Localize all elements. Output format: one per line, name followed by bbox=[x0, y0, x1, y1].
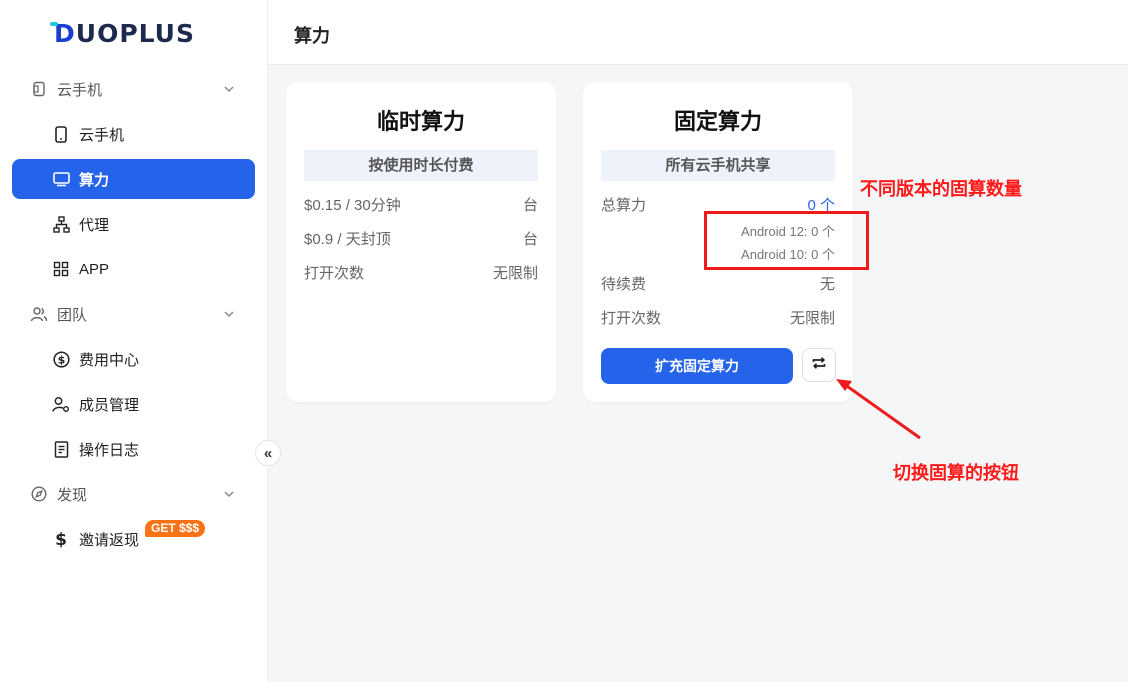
row-value: 台 bbox=[522, 197, 538, 214]
promo-badge: GET $$$ bbox=[145, 520, 206, 537]
price-row: $0.15 / 30分钟 台 bbox=[304, 194, 538, 215]
logo-text: DUOPLUS bbox=[54, 18, 195, 48]
sidebar-item-label: 代理 bbox=[79, 216, 110, 234]
switch-arrows-icon bbox=[811, 355, 827, 376]
nav-group-cloud-phone[interactable]: 云手机 bbox=[12, 69, 255, 109]
row-label: 打开次数 bbox=[304, 265, 365, 282]
row-label: $0.15 / 30分钟 bbox=[304, 197, 401, 214]
monitor-icon bbox=[52, 170, 70, 188]
chevron-down-icon bbox=[223, 82, 235, 99]
document-icon bbox=[52, 440, 70, 458]
card-title: 固定算力 bbox=[673, 109, 762, 134]
annotation-switch-note: 切换固算的按钮 bbox=[893, 463, 1019, 483]
sidebar-item-label: 云手机 bbox=[79, 126, 125, 144]
sidebar-item-label: APP bbox=[79, 260, 110, 278]
row-value: 无限制 bbox=[492, 265, 538, 282]
row-label: 打开次数 bbox=[601, 310, 662, 327]
open-count-row: 打开次数 无限制 bbox=[304, 262, 538, 283]
sidebar-item-label: 算力 bbox=[79, 171, 110, 189]
nav-group-label: 团队 bbox=[57, 306, 88, 324]
renewal-row: 待续费 无 bbox=[601, 273, 835, 294]
network-icon bbox=[52, 215, 70, 233]
price-row: $0.9 / 天封顶 台 bbox=[304, 228, 538, 249]
sidebar-item-members[interactable]: 成员管理 bbox=[12, 384, 255, 424]
users-icon bbox=[30, 305, 48, 323]
sidebar-item-label: 费用中心 bbox=[79, 351, 140, 369]
dollar-icon: $ bbox=[52, 530, 70, 548]
row-value: 无 bbox=[819, 276, 835, 293]
sidebar-item-app[interactable]: APP bbox=[12, 249, 255, 289]
row-label: 待续费 bbox=[601, 276, 647, 293]
row-label: 总算力 bbox=[601, 197, 647, 214]
sidebar-item-label: 成员管理 bbox=[79, 396, 140, 414]
nav-group-label: 发现 bbox=[57, 486, 88, 504]
double-chevron-left-icon: « bbox=[263, 444, 273, 462]
expand-fixed-compute-button[interactable]: 扩充固定算力 bbox=[601, 348, 793, 384]
sidebar-item-compute[interactable]: 算力 bbox=[12, 159, 255, 199]
nav-group-discover[interactable]: 发现 bbox=[12, 474, 255, 514]
phone-icon bbox=[52, 125, 70, 143]
compass-icon bbox=[30, 485, 48, 503]
phone-outline-icon bbox=[30, 80, 48, 98]
card-subtitle: 按使用时长付费 bbox=[304, 150, 538, 181]
sidebar-item-referral[interactable]: $ 邀请返现 bbox=[12, 519, 255, 559]
svg-text:$: $ bbox=[57, 353, 65, 366]
row-value: 台 bbox=[522, 231, 538, 248]
nav-group-team[interactable]: 团队 bbox=[12, 294, 255, 334]
page-header: 算力 bbox=[268, 0, 1128, 65]
annotation-versions-note: 不同版本的固算数量 bbox=[860, 179, 1022, 199]
card-title: 临时算力 bbox=[376, 109, 465, 134]
dollar-circle-icon: $ bbox=[52, 350, 70, 368]
chevron-down-icon bbox=[223, 487, 235, 504]
sidebar-item-logs[interactable]: 操作日志 bbox=[12, 429, 255, 469]
open-count-row: 打开次数 无限制 bbox=[601, 307, 835, 328]
temp-compute-card: 临时算力 按使用时长付费 $0.15 / 30分钟 台 $0.9 / 天封顶 台… bbox=[286, 82, 556, 402]
row-label: $0.9 / 天封顶 bbox=[304, 231, 391, 248]
sidebar-item-billing[interactable]: $ 费用中心 bbox=[12, 339, 255, 379]
duoplus-logo[interactable]: DUOPLUS bbox=[54, 18, 195, 48]
sidebar-item-cloud-phone[interactable]: 云手机 bbox=[12, 114, 255, 154]
sidebar-item-proxy[interactable]: 代理 bbox=[12, 204, 255, 244]
nav-group-label: 云手机 bbox=[57, 81, 103, 99]
svg-text:$: $ bbox=[55, 530, 67, 548]
highlight-box bbox=[704, 211, 869, 270]
collapse-sidebar-button[interactable]: « bbox=[255, 440, 281, 466]
page-title: 算力 bbox=[294, 26, 330, 46]
user-gear-icon bbox=[52, 395, 70, 413]
sidebar-item-label: 邀请返现 bbox=[79, 531, 140, 549]
sidebar: DUOPLUS 云手机 云手机 算力 代理 APP 团队 $ 费用中心 成员管理… bbox=[0, 0, 268, 682]
row-value: 无限制 bbox=[789, 310, 835, 327]
chevron-down-icon bbox=[223, 307, 235, 324]
card-subtitle: 所有云手机共享 bbox=[601, 150, 835, 181]
grid-icon bbox=[52, 260, 70, 278]
annotation-arrow bbox=[836, 379, 921, 440]
sidebar-item-label: 操作日志 bbox=[79, 441, 140, 459]
